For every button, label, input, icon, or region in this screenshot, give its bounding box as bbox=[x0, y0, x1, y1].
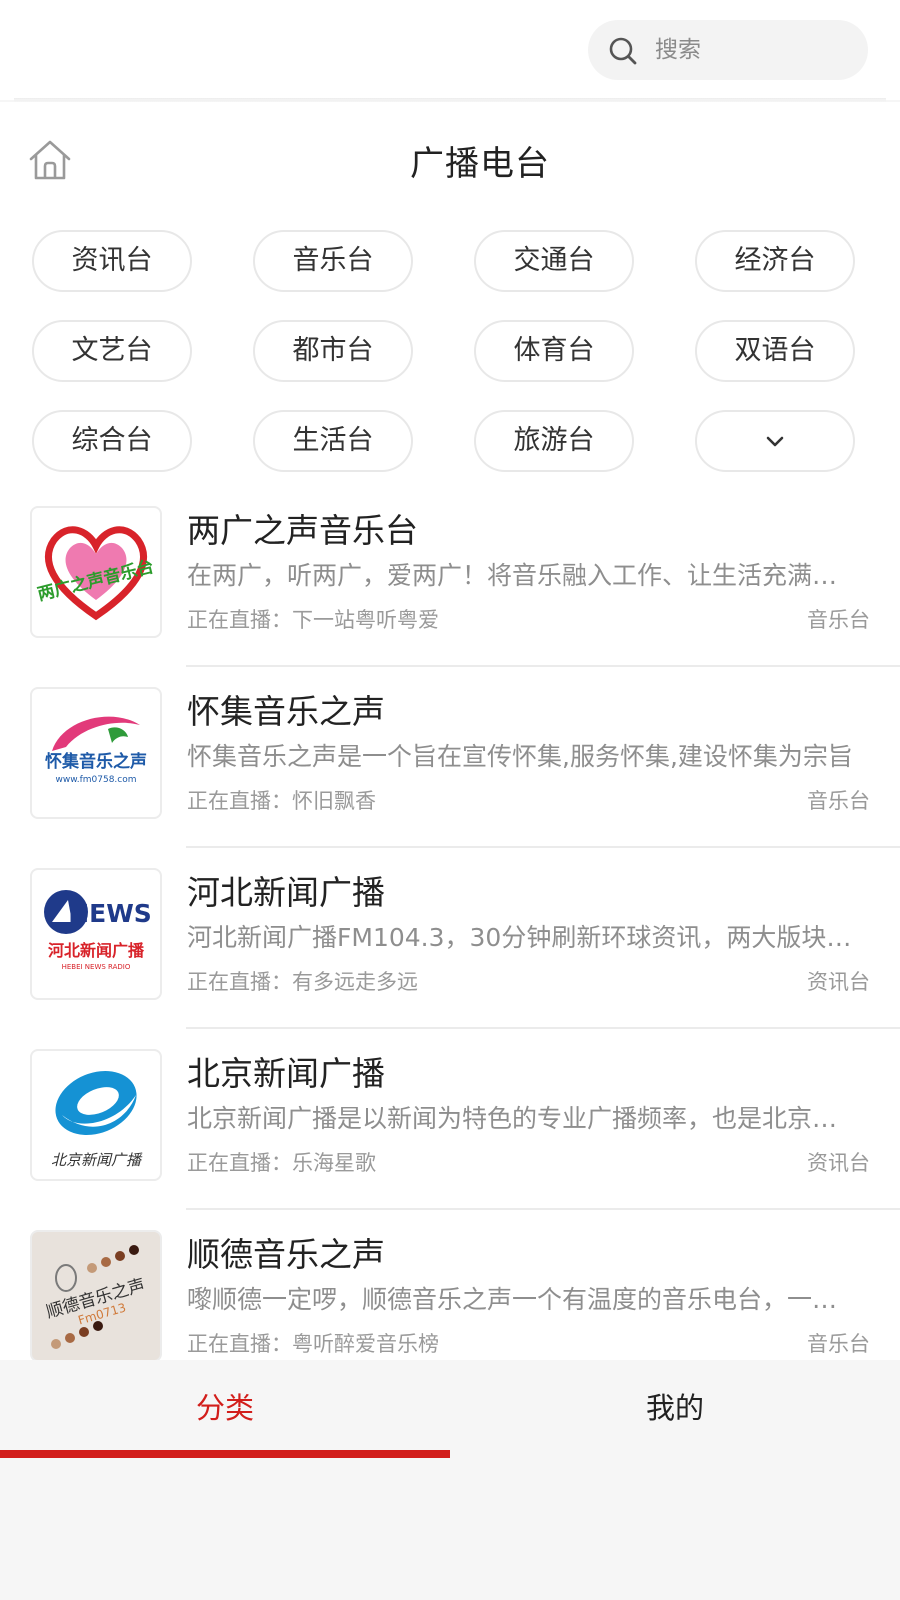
tab-mine[interactable]: 我的 bbox=[450, 1360, 900, 1460]
station-name: 顺德音乐之声 bbox=[187, 1235, 385, 1274]
station-live: 正在直播：粤听醉爱音乐榜 bbox=[187, 1332, 439, 1356]
station-live: 正在直播：怀旧飘香 bbox=[187, 789, 376, 813]
station-item[interactable]: 怀集音乐之声 www.fm0758.com 怀集音乐之声 怀集音乐之声是一个旨在… bbox=[0, 667, 900, 848]
station-live: 正在直播：有多远走多远 bbox=[187, 970, 418, 994]
logo-text: 怀集音乐之声 bbox=[45, 751, 147, 772]
category-chip[interactable]: 旅游台 bbox=[474, 410, 634, 472]
station-item[interactable]: NEWS 河北新闻广播 HEBEI NEWS RADIO 河北新闻广播 河北新闻… bbox=[0, 848, 900, 1029]
logo-text-en: HEBEI NEWS RADIO bbox=[62, 963, 131, 971]
expand-categories-button[interactable] bbox=[695, 410, 855, 472]
station-logo: NEWS 河北新闻广播 HEBEI NEWS RADIO bbox=[30, 868, 162, 1000]
category-chip[interactable]: 体育台 bbox=[474, 320, 634, 382]
tab-category[interactable]: 分类 bbox=[0, 1360, 450, 1460]
station-desc: 在两广，听两广，爱两广！将音乐融入工作、让生活充满阳光 bbox=[187, 561, 857, 590]
logo-text: 北京新闻广播 bbox=[51, 1151, 143, 1169]
category-chip[interactable]: 都市台 bbox=[253, 320, 413, 382]
station-item[interactable]: 顺德音乐之声 Fm0713 顺德音乐之声 嚟顺德一定啰，顺德音乐之声一个有温度的… bbox=[0, 1210, 900, 1360]
station-category: 音乐台 bbox=[807, 789, 870, 813]
station-category: 资讯台 bbox=[807, 970, 870, 994]
station-desc: 河北新闻广播FM104.3，30分钟刷新环球资讯，两大版块全天滚动 bbox=[187, 923, 857, 952]
station-live: 正在直播：乐海星歌 bbox=[187, 1151, 376, 1175]
logo-text: NEWS bbox=[68, 899, 152, 928]
station-item[interactable]: 北京新闻广播 北京新闻广播 北京新闻广播是以新闻为特色的专业广播频率，也是北京地… bbox=[0, 1029, 900, 1210]
logo-text-cn: 河北新闻广播 bbox=[48, 941, 145, 960]
station-name: 怀集音乐之声 bbox=[187, 692, 385, 731]
category-chip[interactable]: 经济台 bbox=[695, 230, 855, 292]
chevron-down-icon bbox=[766, 436, 784, 446]
category-chip[interactable]: 资讯台 bbox=[32, 230, 192, 292]
category-chip[interactable]: 音乐台 bbox=[253, 230, 413, 292]
station-desc: 怀集音乐之声是一个旨在宣传怀集,服务怀集,建设怀集为宗旨 bbox=[187, 742, 853, 771]
station-name: 河北新闻广播 bbox=[187, 873, 385, 912]
category-chip[interactable]: 双语台 bbox=[695, 320, 855, 382]
station-item[interactable]: 两广之声音乐台 两广之声音乐台 在两广，听两广，爱两广！将音乐融入工作、让生活充… bbox=[0, 486, 900, 667]
station-category: 资讯台 bbox=[807, 1151, 870, 1175]
station-name: 北京新闻广播 bbox=[187, 1054, 385, 1093]
bottom-tab-bar: 分类 我的 bbox=[0, 1360, 900, 1600]
search-placeholder: 搜索 bbox=[655, 37, 701, 63]
station-logo: 顺德音乐之声 Fm0713 bbox=[30, 1230, 162, 1360]
page-title: 广播电台 bbox=[410, 144, 550, 184]
category-chip[interactable]: 生活台 bbox=[253, 410, 413, 472]
station-logo: 北京新闻广播 bbox=[30, 1049, 162, 1181]
category-chip[interactable]: 综合台 bbox=[32, 410, 192, 472]
station-logo: 两广之声音乐台 bbox=[30, 506, 162, 638]
main-content: 广播电台 资讯台 音乐台 交通台 经济台 文艺台 都市台 体育台 双语台 综合台… bbox=[0, 102, 900, 1360]
logo-subtext: www.fm0758.com bbox=[55, 775, 136, 785]
active-tab-indicator bbox=[0, 1450, 450, 1458]
station-live: 正在直播：下一站粤听粤爱 bbox=[187, 608, 439, 632]
station-desc: 嚟顺德一定啰，顺德音乐之声一个有温度的音乐电台，一起听 bbox=[187, 1285, 857, 1314]
station-name: 两广之声音乐台 bbox=[187, 511, 418, 550]
station-logo: 怀集音乐之声 www.fm0758.com bbox=[30, 687, 162, 819]
station-category: 音乐台 bbox=[807, 608, 870, 632]
category-chip[interactable]: 文艺台 bbox=[32, 320, 192, 382]
top-bar: 搜索 bbox=[0, 0, 900, 100]
station-desc: 北京新闻广播是以新闻为特色的专业广播频率，也是北京地区 bbox=[187, 1104, 857, 1133]
search-icon bbox=[609, 37, 637, 65]
search-box[interactable]: 搜索 bbox=[588, 20, 868, 80]
station-category: 音乐台 bbox=[807, 1332, 870, 1356]
category-chip[interactable]: 交通台 bbox=[474, 230, 634, 292]
